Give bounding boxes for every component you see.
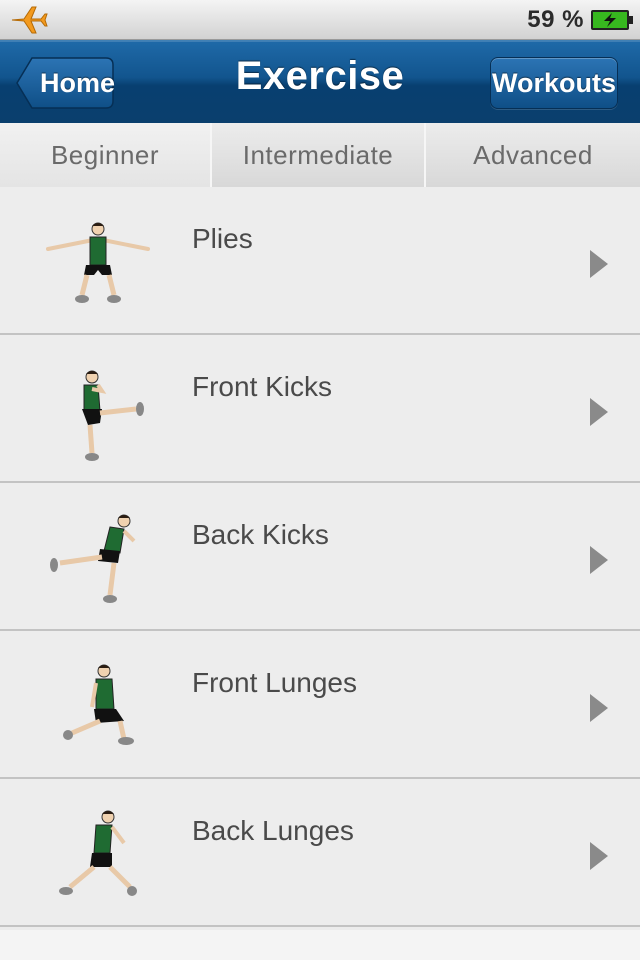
exercise-list: Plies Front Kicks Back Kicks Front Lunge… <box>0 187 640 927</box>
exercise-name: Front Kicks <box>192 371 333 402</box>
chevron-right-icon <box>590 398 608 426</box>
list-bottom-edge <box>0 930 640 960</box>
battery-charging-icon <box>591 10 633 30</box>
exercise-row-front-kicks[interactable]: Front Kicks <box>0 335 640 483</box>
chevron-right-icon <box>590 694 608 722</box>
exercise-name: Plies <box>192 223 253 254</box>
segment-label: Advanced <box>473 139 593 170</box>
workouts-button-label: Workouts <box>491 68 616 98</box>
airplane-icon <box>11 6 48 34</box>
segment-advanced[interactable]: Advanced <box>426 123 640 187</box>
plies-figure-icon <box>46 222 150 303</box>
exercise-row-front-lunges[interactable]: Front Lunges <box>0 631 640 779</box>
navigation-bar: Home Exercise Workouts <box>0 40 640 123</box>
segment-intermediate[interactable]: Intermediate <box>212 123 426 187</box>
front-kick-figure-icon <box>82 370 144 461</box>
difficulty-segmented-control: Beginner Intermediate Advanced <box>0 123 640 187</box>
chevron-right-icon <box>590 546 608 574</box>
exercise-name: Front Lunges <box>192 667 357 698</box>
exercise-row-plies[interactable]: Plies <box>0 187 640 335</box>
exercise-name: Back Kicks <box>192 519 329 550</box>
back-lunge-figure-icon <box>59 810 137 896</box>
status-bar: 59 % <box>0 0 640 40</box>
front-lunge-figure-icon <box>63 664 134 745</box>
chevron-right-icon <box>590 842 608 870</box>
segment-beginner[interactable]: Beginner <box>0 123 212 187</box>
exercise-name: Back Lunges <box>192 815 354 846</box>
back-kick-figure-icon <box>50 514 136 603</box>
chevron-right-icon <box>590 250 608 278</box>
segment-label: Intermediate <box>242 139 394 170</box>
segment-label: Beginner <box>50 139 160 170</box>
workouts-button[interactable]: Workouts <box>490 57 618 109</box>
exercise-row-back-kicks[interactable]: Back Kicks <box>0 483 640 631</box>
exercise-row-back-lunges[interactable]: Back Lunges <box>0 779 640 927</box>
battery-percentage: 59 % <box>527 6 584 33</box>
